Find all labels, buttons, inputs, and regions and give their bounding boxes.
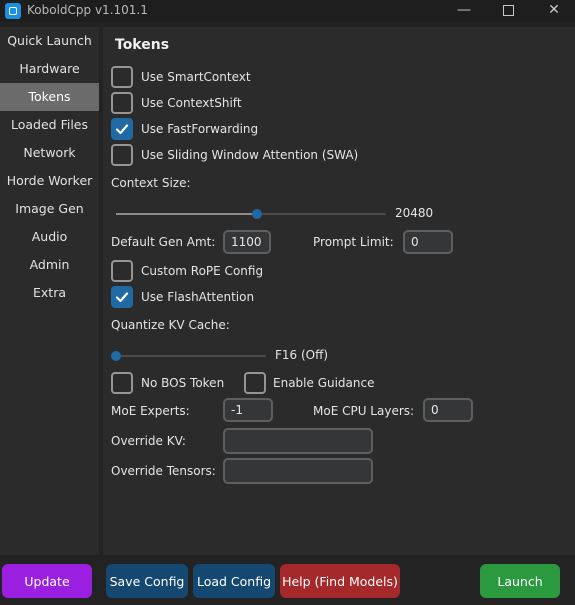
moe-cpu-layers-label: MoE CPU Layers: <box>313 404 415 418</box>
override-kv-input[interactable] <box>223 428 373 454</box>
override-tensors-input[interactable] <box>223 458 373 484</box>
prompt-limit-input[interactable] <box>403 230 453 254</box>
smartcontext-checkbox[interactable] <box>111 66 133 88</box>
sidebar-item-quick-launch[interactable]: Quick Launch <box>0 27 99 55</box>
quantize-kv-slider-track[interactable] <box>116 355 266 357</box>
no-bos-checkbox[interactable] <box>111 372 133 394</box>
minimize-button[interactable]: — <box>441 0 487 22</box>
fastforwarding-checkbox[interactable] <box>111 118 133 140</box>
app-icon <box>5 3 21 19</box>
flashattention-label: Use FlashAttention <box>141 290 255 304</box>
override-tensors-label: Override Tensors: <box>111 464 216 478</box>
guidance-label: Enable Guidance <box>273 376 375 390</box>
contextshift-checkbox[interactable] <box>111 92 133 114</box>
no-bos-label: No BOS Token <box>141 376 225 390</box>
checkmark-icon <box>115 124 129 135</box>
sidebar-item-image-gen[interactable]: Image Gen <box>0 195 99 223</box>
sidebar-item-extra[interactable]: Extra <box>0 279 99 307</box>
window-title: KoboldCpp v1.101.1 <box>27 3 148 17</box>
context-size-slider-handle[interactable] <box>252 209 262 219</box>
moe-experts-label: MoE Experts: <box>111 404 190 418</box>
context-size-slider-fill <box>116 213 257 215</box>
custom-rope-checkbox[interactable] <box>111 260 133 282</box>
default-gen-amt-input[interactable] <box>223 230 271 254</box>
help-find-models-button[interactable]: Help (Find Models) <box>280 564 400 598</box>
sidebar-item-admin[interactable]: Admin <box>0 251 99 279</box>
launch-button[interactable]: Launch <box>480 564 560 598</box>
sidebar-item-hardware[interactable]: Hardware <box>0 55 99 83</box>
moe-cpu-layers-input[interactable] <box>423 398 473 422</box>
contextshift-label: Use ContextShift <box>141 96 242 110</box>
quantize-kv-value: F16 (Off) <box>275 348 329 362</box>
moe-experts-input[interactable] <box>223 398 273 422</box>
sidebar-item-horde-worker[interactable]: Horde Worker <box>0 167 99 195</box>
flashattention-checkbox[interactable] <box>111 286 133 308</box>
checkmark-icon <box>115 292 129 303</box>
context-size-value: 20480 <box>395 206 434 220</box>
sidebar: Quick Launch Hardware Tokens Loaded File… <box>0 27 99 555</box>
close-icon: ✕ <box>548 2 560 18</box>
sidebar-item-network[interactable]: Network <box>0 139 99 167</box>
sidebar-item-audio[interactable]: Audio <box>0 223 99 251</box>
smartcontext-label: Use SmartContext <box>141 70 251 84</box>
override-kv-label: Override KV: <box>111 434 186 448</box>
context-size-label: Context Size: <box>111 176 191 190</box>
maximize-button[interactable] <box>485 0 531 22</box>
swa-checkbox[interactable] <box>111 144 133 166</box>
sidebar-item-tokens[interactable]: Tokens <box>0 83 99 111</box>
save-config-button[interactable]: Save Config <box>106 564 188 598</box>
close-button[interactable]: ✕ <box>531 0 575 22</box>
prompt-limit-label: Prompt Limit: <box>313 235 394 249</box>
quantize-kv-label: Quantize KV Cache: <box>111 318 230 332</box>
maximize-icon <box>502 4 514 16</box>
guidance-checkbox[interactable] <box>244 372 266 394</box>
swa-label: Use Sliding Window Attention (SWA) <box>141 148 359 162</box>
update-button[interactable]: Update <box>2 564 92 598</box>
custom-rope-label: Custom RoPE Config <box>141 264 264 278</box>
fastforwarding-label: Use FastForwarding <box>141 122 259 136</box>
title-bar: KoboldCpp v1.101.1 — ✕ <box>0 0 575 22</box>
load-config-button[interactable]: Load Config <box>193 564 275 598</box>
page-title: Tokens <box>115 37 170 53</box>
quantize-kv-slider-handle[interactable] <box>111 351 121 361</box>
minimize-icon: — <box>457 2 471 18</box>
default-gen-amt-label: Default Gen Amt: <box>111 235 216 249</box>
sidebar-item-loaded-files[interactable]: Loaded Files <box>0 111 99 139</box>
